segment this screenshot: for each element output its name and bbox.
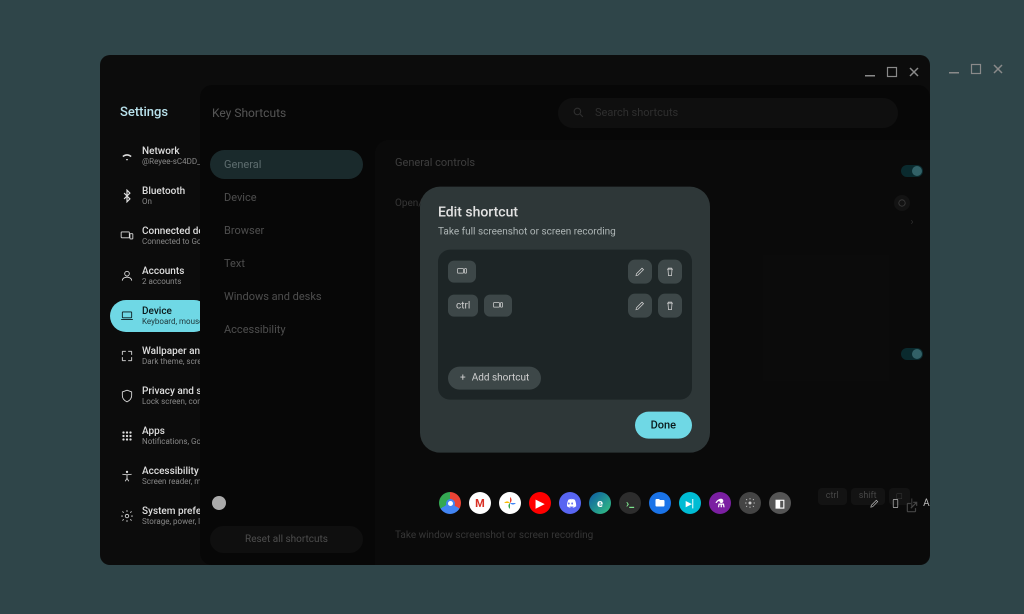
- settings-window-controls: [864, 63, 920, 82]
- maximize-button[interactable]: [970, 60, 982, 79]
- bluetooth-icon: [120, 189, 134, 203]
- shelf-app-terminal[interactable]: ›_: [619, 492, 641, 514]
- shortcut-editor: ctrl + Add shortcut: [438, 250, 692, 400]
- shelf-app-generic2[interactable]: ⚗: [709, 492, 731, 514]
- shortcut-entry: ctrl: [448, 294, 682, 318]
- minimize-button[interactable]: [864, 63, 876, 82]
- maximize-button[interactable]: [886, 63, 898, 82]
- dialog-subtitle: Take full screenshot or screen recording: [438, 227, 692, 238]
- outer-window-controls: [948, 60, 1004, 79]
- shelf-app-discord[interactable]: [559, 492, 581, 514]
- close-button[interactable]: [992, 60, 1004, 79]
- shield-icon: [120, 389, 134, 403]
- minimize-button[interactable]: [948, 60, 960, 79]
- pen-icon[interactable]: [869, 498, 880, 509]
- plus-icon: +: [460, 373, 466, 384]
- shelf-app-gmail[interactable]: M: [469, 492, 491, 514]
- sidebar-item-connected-devices[interactable]: Connected devicesConnected to Go…: [110, 220, 210, 252]
- overview-key-icon: [448, 261, 476, 283]
- accessibility-icon: [120, 469, 134, 483]
- shelf-app-youtube[interactable]: ▶: [529, 492, 551, 514]
- desktop: Settings Network@Reyee-sC4DD_ BluetoothO…: [100, 55, 930, 565]
- shelf-app-edge[interactable]: e: [589, 492, 611, 514]
- add-shortcut-button[interactable]: + Add shortcut: [448, 367, 541, 390]
- sidebar-item-label: Network: [142, 146, 200, 157]
- overview-key-icon: [484, 295, 512, 317]
- launcher-button[interactable]: [212, 496, 226, 510]
- laptop-icon: [120, 309, 134, 323]
- apps-icon: [120, 429, 134, 443]
- sidebar-item-apps[interactable]: AppsNotifications, Goo…: [110, 420, 210, 452]
- sidebar-item-accessibility[interactable]: AccessibilityScreen reader, m…: [110, 460, 210, 492]
- sidebar-item-accounts[interactable]: Accounts2 accounts: [110, 260, 210, 292]
- sidebar-item-system[interactable]: System preferen…Storage, power, la…: [110, 500, 210, 532]
- shelf-app-generic1[interactable]: ▸|: [679, 492, 701, 514]
- sidebar-item-privacy[interactable]: Privacy and sec…Lock screen, con…: [110, 380, 210, 412]
- shelf-app-photos[interactable]: [499, 492, 521, 514]
- gear-icon: [120, 509, 134, 523]
- edit-shortcut-button[interactable]: [628, 260, 652, 284]
- key-chip-ctrl: ctrl: [448, 295, 478, 317]
- edit-shortcut-dialog: Edit shortcut Take full screenshot or sc…: [420, 187, 710, 453]
- phone-icon[interactable]: [890, 498, 901, 509]
- wifi-icon: [120, 149, 134, 163]
- settings-title: Settings: [120, 105, 168, 120]
- devices-icon: [120, 229, 134, 243]
- system-tray[interactable]: | Apr 4 4:08: [869, 498, 930, 509]
- shortcut-entry: [448, 260, 682, 284]
- done-button[interactable]: Done: [635, 412, 692, 439]
- sidebar-item-wallpaper[interactable]: Wallpaper and s…Dark theme, scre…: [110, 340, 210, 372]
- shelf-apps: M ▶ e ›_ ▸| ⚗ ◧: [439, 492, 791, 514]
- shelf: M ▶ e ›_ ▸| ⚗ ◧ | Apr 4 4:08: [200, 485, 930, 521]
- sidebar-item-network[interactable]: Network@Reyee-sC4DD_: [110, 140, 210, 172]
- shelf-app-chrome[interactable]: [439, 492, 461, 514]
- sidebar-item-device[interactable]: DeviceKeyboard, mouse: [110, 300, 210, 332]
- settings-sidebar: Network@Reyee-sC4DD_ BluetoothOn Connect…: [110, 140, 210, 532]
- shelf-app-generic3[interactable]: ◧: [769, 492, 791, 514]
- sidebar-item-bluetooth[interactable]: BluetoothOn: [110, 180, 210, 212]
- dialog-title: Edit shortcut: [438, 205, 692, 221]
- edit-shortcut-button[interactable]: [628, 294, 652, 318]
- tray-date: Apr 4: [923, 498, 930, 509]
- account-icon: [120, 269, 134, 283]
- delete-shortcut-button[interactable]: [658, 260, 682, 284]
- shelf-app-settings[interactable]: [739, 492, 761, 514]
- close-button[interactable]: [908, 63, 920, 82]
- wallpaper-icon: [120, 349, 134, 363]
- shelf-app-files[interactable]: [649, 492, 671, 514]
- delete-shortcut-button[interactable]: [658, 294, 682, 318]
